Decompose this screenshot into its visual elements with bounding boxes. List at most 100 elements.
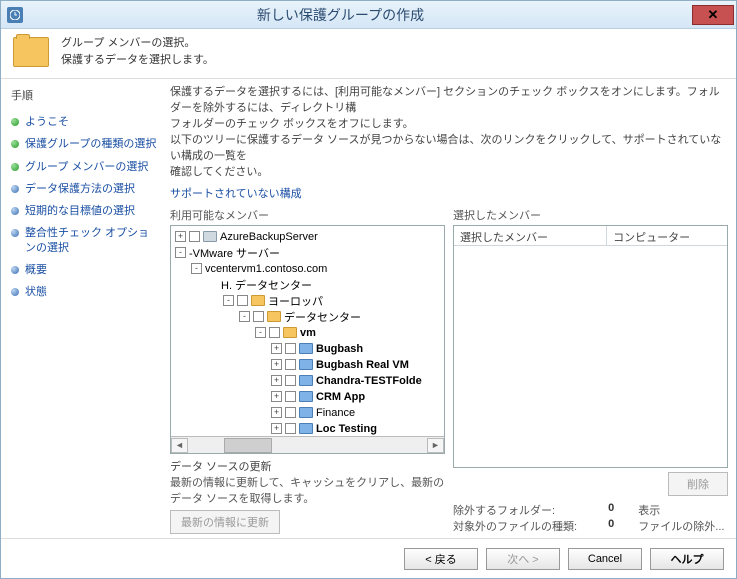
selected-list (454, 246, 727, 467)
datacenter-icon (299, 343, 313, 354)
excluded-folders-action[interactable]: 表示 (638, 502, 728, 518)
step-label: 概要 (25, 263, 47, 277)
step-7[interactable]: 状態 (7, 281, 160, 303)
expand-toggle[interactable]: - (239, 311, 250, 322)
header-line1: グループ メンバーの選択。 (61, 35, 214, 52)
node-label: Bugbash Real VM (316, 359, 409, 371)
scroll-thumb[interactable] (224, 438, 272, 453)
checkbox[interactable] (285, 375, 296, 386)
expand-toggle[interactable]: - (191, 263, 202, 274)
footer: < 戻る 次へ > Cancel ヘルプ (1, 538, 736, 578)
checkbox[interactable] (189, 231, 200, 242)
excluded-folders-count: 0 (599, 502, 621, 518)
delete-button[interactable]: 削除 (668, 472, 728, 496)
back-button[interactable]: < 戻る (404, 548, 478, 570)
tree-node[interactable]: + Chandra-TESTFolde (173, 373, 442, 389)
tree[interactable]: +AzureBackupServer--VMware サーバー-vcenterv… (171, 226, 444, 436)
scroll-right[interactable]: ► (427, 438, 444, 453)
node-label: vcentervm1.contoso.com (205, 263, 327, 275)
tree-node[interactable]: + Bugbash Real VM (173, 357, 442, 373)
step-1[interactable]: 保護グループの種類の選択 (7, 133, 160, 155)
tree-node[interactable]: --VMware サーバー (173, 245, 442, 261)
close-button[interactable]: ✕ (692, 5, 734, 25)
step-bullet (11, 288, 19, 296)
step-label: 整合性チェック オプションの選択 (25, 226, 158, 255)
step-bullet (11, 207, 19, 215)
step-6[interactable]: 概要 (7, 259, 160, 281)
expand-toggle[interactable]: + (271, 359, 282, 370)
header-line2: 保護するデータを選択します。 (61, 52, 214, 69)
excluded-types-action[interactable]: ファイルの除外... (638, 518, 728, 534)
expand-toggle[interactable]: + (271, 343, 282, 354)
h-scrollbar[interactable]: ◄ ► (171, 436, 444, 453)
refresh-button[interactable]: 最新の情報に更新 (170, 510, 280, 534)
node-label: -VMware サーバー (189, 245, 280, 261)
step-label: 状態 (25, 285, 47, 299)
node-label: Chandra-TESTFolde (316, 375, 422, 387)
step-label: 保護グループの種類の選択 (25, 137, 156, 151)
checkbox[interactable] (285, 359, 296, 370)
step-bullet (11, 229, 19, 237)
step-4[interactable]: 短期的な目標値の選択 (7, 200, 160, 222)
expand-toggle[interactable]: - (255, 327, 266, 338)
selected-members-panel: 選択したメンバー 選択したメンバー コンピューター 削除 除外するフォルダー: … (453, 207, 728, 534)
checkbox[interactable] (269, 327, 280, 338)
scroll-left[interactable]: ◄ (171, 438, 188, 453)
tree-node[interactable]: -vcentervm1.contoso.com (173, 261, 442, 277)
unsupported-config-link[interactable]: サポートされていない構成 (170, 181, 728, 207)
next-button[interactable]: 次へ > (486, 548, 560, 570)
tree-node[interactable]: +Finance (173, 405, 442, 421)
expand-toggle[interactable]: - (175, 247, 186, 258)
tree-node[interactable]: - ヨーロッパ (173, 293, 442, 309)
expand-toggle[interactable]: + (175, 231, 186, 242)
expand-toggle[interactable]: + (271, 375, 282, 386)
checkbox[interactable] (253, 311, 264, 322)
step-3[interactable]: データ保護方法の選択 (7, 178, 160, 200)
col-selected[interactable]: 選択したメンバー (454, 226, 607, 245)
step-2[interactable]: グループ メンバーの選択 (7, 156, 160, 178)
step-5[interactable]: 整合性チェック オプションの選択 (7, 222, 160, 259)
datacenter-icon (299, 359, 313, 370)
app-icon (7, 7, 23, 23)
exclusion-stats: 除外するフォルダー: 0 表示 対象外のファイルの種類: 0 ファイルの除外..… (453, 502, 728, 534)
expand-toggle[interactable]: + (271, 423, 282, 434)
folder-icon (13, 37, 49, 67)
checkbox[interactable] (285, 407, 296, 418)
node-label: Loc Testing (316, 423, 377, 435)
tree-node[interactable]: -データセンター (173, 309, 442, 325)
step-label: グループ メンバーの選択 (25, 160, 148, 174)
available-members-label: 利用可能なメンバー (170, 207, 445, 223)
checkbox[interactable] (285, 343, 296, 354)
node-label: Bugbash (316, 343, 363, 355)
step-0[interactable]: ようこそ (7, 111, 160, 133)
tree-node[interactable]: -vm (173, 325, 442, 341)
tree-node[interactable]: +CRM App (173, 389, 442, 405)
tree-node[interactable]: + Loc Testing (173, 421, 442, 436)
server-icon (203, 231, 217, 242)
step-bullet (11, 266, 19, 274)
window-title: 新しい保護グループの作成 (29, 5, 692, 25)
cancel-button[interactable]: Cancel (568, 548, 642, 570)
checkbox[interactable] (237, 295, 248, 306)
col-computer[interactable]: コンピューター (607, 226, 727, 245)
tree-node[interactable]: +AzureBackupServer (173, 229, 442, 245)
expand-toggle[interactable]: + (271, 391, 282, 402)
instructions: 保護するデータを選択するには、[利用可能なメンバー] セクションのチェック ボッ… (170, 85, 728, 181)
wizard-body: 手順 ようこそ保護グループの種類の選択グループ メンバーの選択データ保護方法の選… (1, 79, 736, 538)
expand-toggle[interactable]: - (223, 295, 234, 306)
tree-node[interactable]: + Bugbash (173, 341, 442, 357)
checkbox[interactable] (285, 423, 296, 434)
checkbox[interactable] (285, 391, 296, 402)
step-bullet (11, 185, 19, 193)
node-label: ヨーロッパ (268, 293, 323, 309)
help-button[interactable]: ヘルプ (650, 548, 724, 570)
step-bullet (11, 118, 19, 126)
sidebar: 手順 ようこそ保護グループの種類の選択グループ メンバーの選択データ保護方法の選… (1, 79, 166, 538)
step-bullet (11, 140, 19, 148)
expand-toggle[interactable]: + (271, 407, 282, 418)
header-text: グループ メンバーの選択。 保護するデータを選択します。 (61, 35, 214, 68)
selected-members-label: 選択したメンバー (453, 207, 728, 223)
datacenter-icon (299, 391, 313, 402)
step-label: 短期的な目標値の選択 (25, 204, 135, 218)
tree-node[interactable]: +H. データセンター (173, 277, 442, 293)
